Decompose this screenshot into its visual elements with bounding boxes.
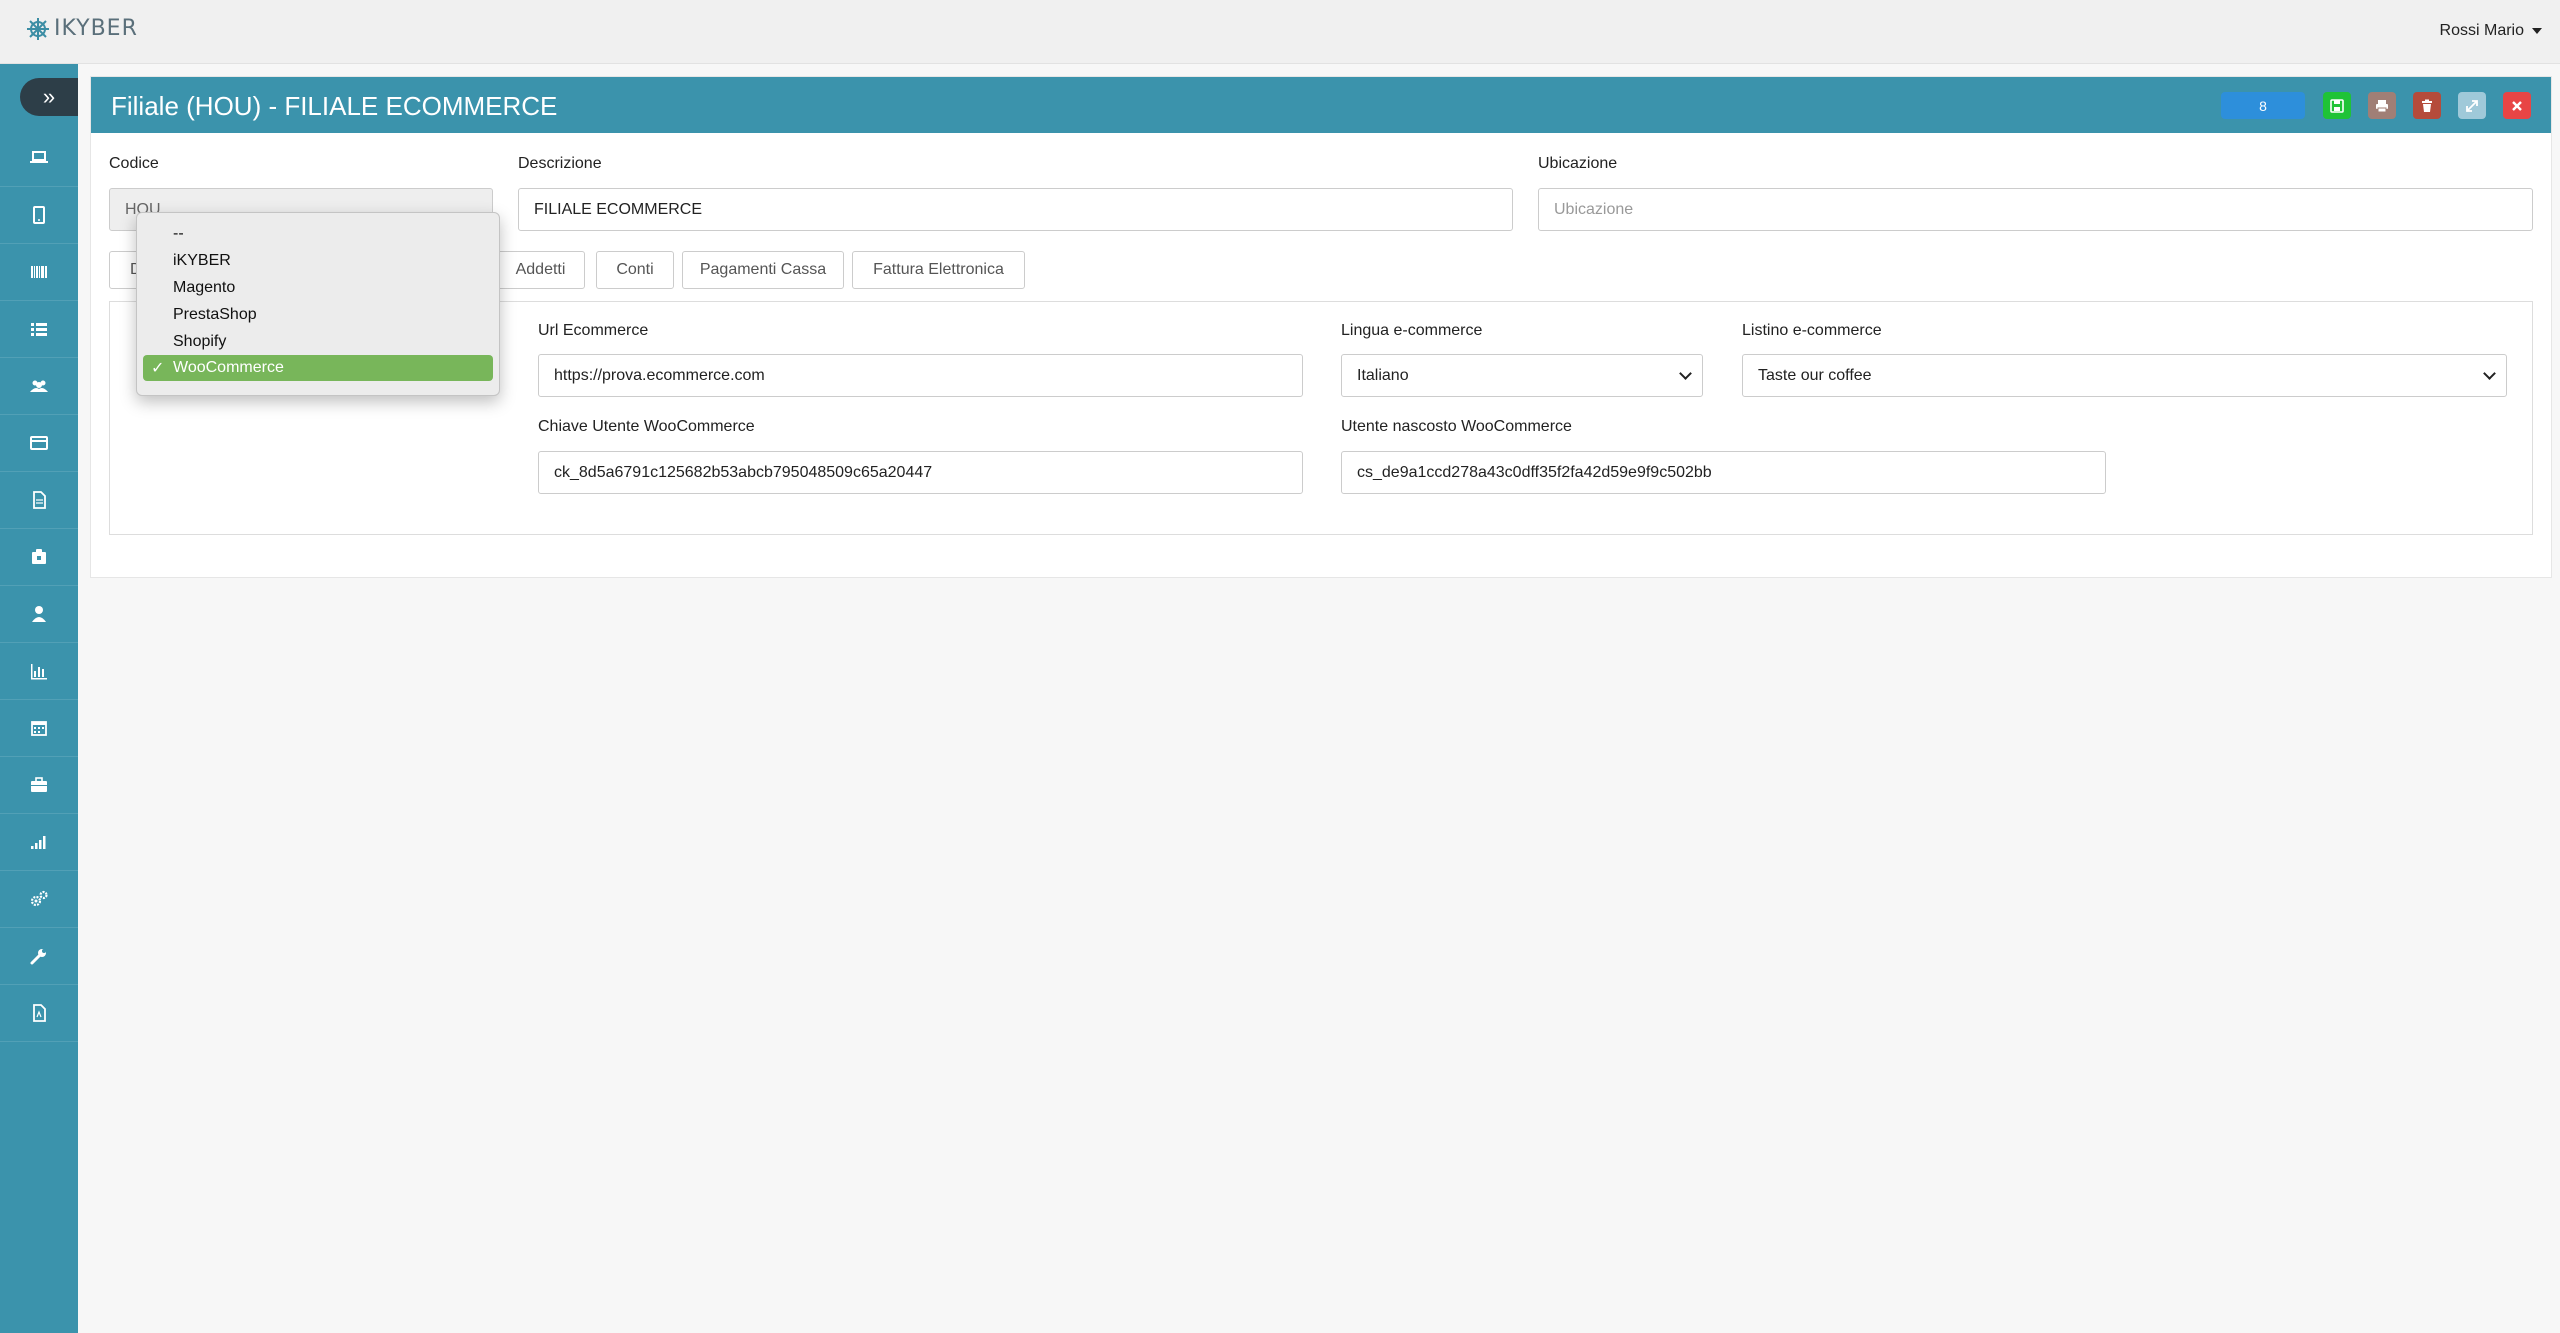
document-icon — [33, 491, 46, 509]
descrizione-label: Descrizione — [518, 155, 602, 172]
dropdown-option-magento[interactable]: Magento — [143, 275, 493, 301]
sidebar-item-calendar[interactable] — [0, 700, 78, 757]
count-badge[interactable]: 8 — [2221, 92, 2305, 119]
logo-text: IKYBER — [54, 16, 138, 41]
trash-icon — [2422, 99, 2432, 112]
listino-ecommerce-select[interactable]: Taste our coffee — [1742, 354, 2507, 397]
user-name: Rossi Mario — [2439, 22, 2524, 39]
list-icon — [31, 323, 47, 336]
expand-icon — [2466, 99, 2478, 112]
users-icon — [30, 380, 48, 392]
lingua-ecommerce-value: Italiano — [1357, 366, 1409, 384]
sidebar-item-briefcase[interactable] — [0, 757, 78, 814]
dropdown-option-label: WooCommerce — [173, 359, 284, 376]
printer-icon — [2376, 99, 2388, 112]
gears-icon — [30, 890, 48, 907]
sidebar-item-document[interactable] — [0, 472, 78, 529]
wrench-icon — [30, 949, 46, 965]
chiave-utente-label: Chiave Utente WooCommerce — [538, 418, 755, 435]
codice-label: Codice — [109, 155, 159, 172]
save-button[interactable] — [2323, 92, 2351, 119]
lingua-ecommerce-select[interactable]: Italiano — [1341, 354, 1703, 397]
credit-card-icon — [30, 436, 48, 450]
utente-nascosto-label: Utente nascosto WooCommerce — [1341, 418, 1572, 435]
helm-logo-icon — [27, 17, 49, 40]
delete-button[interactable] — [2413, 92, 2441, 119]
barcode-icon — [31, 266, 47, 278]
dropdown-option-none[interactable]: -- — [143, 221, 493, 247]
print-button[interactable] — [2368, 92, 2396, 119]
url-ecommerce-field[interactable]: https://prova.ecommerce.com — [538, 354, 1303, 397]
floppy-disk-icon — [2330, 98, 2344, 113]
check-icon: ✓ — [151, 360, 165, 377]
page-title: Filiale (HOU) - FILIALE ECOMMERCE — [111, 91, 558, 121]
chiave-utente-field[interactable]: ck_8d5a6791c125682b53abcb795048509c65a20… — [538, 451, 1303, 494]
calendar-icon — [31, 721, 47, 736]
bar-chart-icon — [31, 664, 47, 680]
sidebar-item-gears[interactable] — [0, 871, 78, 928]
ubicazione-field[interactable]: Ubicazione — [1538, 188, 2533, 231]
tablet-icon — [33, 206, 45, 224]
sidebar-item-list[interactable] — [0, 301, 78, 358]
descrizione-field[interactable]: FILIALE ECOMMERCE — [518, 188, 1513, 231]
url-ecommerce-label: Url Ecommerce — [538, 322, 649, 339]
dropdown-option-ikyber[interactable]: iKYBER — [143, 248, 493, 274]
caret-down-icon — [2532, 28, 2542, 34]
tab-conti[interactable]: Conti — [596, 251, 674, 289]
pdf-icon — [33, 1004, 46, 1022]
sidebar-item-wrench[interactable] — [0, 928, 78, 985]
sidebar-item-users[interactable] — [0, 358, 78, 415]
sidebar-item-barcode[interactable] — [0, 244, 78, 301]
sidebar: » — [0, 64, 78, 1333]
user-menu[interactable]: Rossi Mario — [2440, 22, 2542, 40]
close-button[interactable] — [2503, 92, 2531, 119]
sidebar-item-clipboard[interactable] — [0, 529, 78, 586]
platform-dropdown-menu: -- iKYBER Magento PrestaShop Shopify ✓ W… — [136, 212, 500, 396]
signal-icon — [31, 836, 46, 849]
tab-addetti[interactable]: Addetti — [496, 251, 585, 289]
chevron-down-icon — [1679, 367, 1692, 380]
sidebar-item-signal[interactable] — [0, 814, 78, 871]
sidebar-item-bar-chart[interactable] — [0, 643, 78, 700]
ubicazione-label: Ubicazione — [1538, 155, 1618, 172]
top-bar: IKYBER Rossi Mario — [0, 0, 2560, 64]
sidebar-toggle-button[interactable]: » — [20, 78, 78, 116]
panel-header: Filiale (HOU) - FILIALE ECOMMERCE 8 — [91, 77, 2551, 133]
listino-ecommerce-label: Listino e-commerce — [1742, 322, 1882, 339]
listino-ecommerce-value: Taste our coffee — [1758, 366, 1872, 384]
sidebar-item-pdf[interactable] — [0, 985, 78, 1042]
sidebar-item-credit-card[interactable] — [0, 415, 78, 472]
tab-pagamenti-cassa[interactable]: Pagamenti Cassa — [682, 251, 844, 289]
close-icon — [2512, 100, 2522, 111]
clipboard-icon — [32, 549, 46, 564]
sidebar-item-laptop[interactable] — [0, 130, 78, 187]
briefcase-icon — [31, 777, 47, 792]
lingua-ecommerce-label: Lingua e-commerce — [1341, 322, 1483, 339]
sidebar-item-tablet[interactable] — [0, 187, 78, 244]
chevron-down-icon — [2483, 367, 2496, 380]
laptop-icon — [30, 151, 48, 163]
dropdown-option-shopify[interactable]: Shopify — [143, 329, 493, 355]
user-icon — [32, 606, 46, 622]
dropdown-option-prestashop[interactable]: PrestaShop — [143, 302, 493, 328]
app-logo[interactable]: IKYBER — [26, 16, 138, 41]
sidebar-item-user[interactable] — [0, 586, 78, 643]
dropdown-option-woocommerce[interactable]: ✓ WooCommerce — [143, 355, 493, 381]
expand-button[interactable] — [2458, 92, 2486, 119]
utente-nascosto-field[interactable]: cs_de9a1ccd278a43c0dff35f2fa42d59e9f9c50… — [1341, 451, 2106, 494]
tab-fattura-elettronica[interactable]: Fattura Elettronica — [852, 251, 1025, 289]
